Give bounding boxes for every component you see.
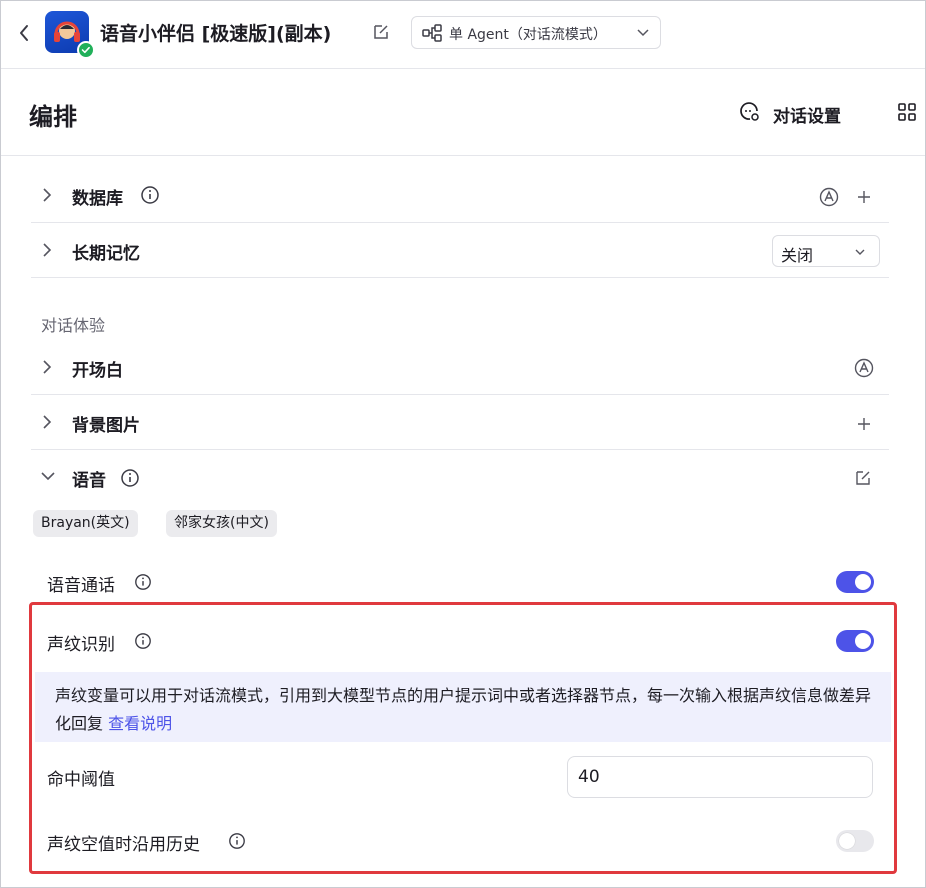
chevron-right-icon[interactable] (41, 358, 53, 376)
headphones-icon (54, 21, 80, 42)
long-term-memory-section: 长期记忆 关闭 (31, 223, 889, 278)
chevron-down-icon[interactable] (39, 470, 57, 482)
voiceprint-toggle[interactable] (836, 630, 874, 652)
threshold-label: 命中阈值 (47, 770, 115, 790)
info-icon[interactable] (228, 832, 246, 850)
info-icon[interactable] (134, 573, 152, 591)
long-term-memory-select[interactable]: 关闭 (772, 235, 880, 267)
add-icon[interactable] (857, 190, 871, 204)
chevron-down-icon (855, 249, 865, 255)
toggle-knob (855, 633, 871, 649)
mode-select-label: 单 Agent（对话流模式） (449, 27, 607, 43)
auto-icon[interactable] (854, 358, 874, 378)
verified-check-icon (77, 41, 95, 59)
page-title: 编排 (29, 103, 77, 131)
voice-tag[interactable]: Brayan(英文) (33, 510, 138, 537)
voice-call-row: 语音通话 (31, 554, 889, 612)
chat-settings-label: 对话设置 (773, 107, 841, 127)
chevron-right-icon[interactable] (41, 241, 53, 259)
add-icon[interactable] (857, 417, 871, 431)
voice-title: 语音 (72, 471, 106, 491)
experience-section-label: 对话体验 (41, 316, 106, 335)
workflow-graph-icon (422, 24, 442, 42)
voice-section: 语音 (31, 450, 889, 505)
app-avatar (45, 11, 95, 59)
chevron-right-icon[interactable] (41, 186, 53, 204)
top-bar: 语音小伴侣 [极速版](副本) 单 Agent（对话流模式） (1, 1, 925, 69)
view-docs-link[interactable]: 查看说明 (108, 714, 172, 733)
mode-select[interactable]: 单 Agent（对话流模式） (411, 16, 661, 49)
edit-icon[interactable] (855, 470, 871, 486)
chevron-down-icon (637, 29, 649, 37)
chevron-right-icon[interactable] (41, 413, 53, 431)
database-title: 数据库 (72, 189, 123, 209)
layout-grid-icon[interactable] (897, 102, 917, 122)
opening-title: 开场白 (72, 361, 123, 381)
fallback-history-label: 声纹空值时沿用历史 (47, 835, 200, 855)
opening-section: 开场白 (31, 340, 889, 395)
info-icon[interactable] (134, 632, 152, 650)
back-arrow-icon[interactable] (15, 21, 33, 45)
voiceprint-label: 声纹识别 (47, 635, 115, 655)
background-image-title: 背景图片 (72, 416, 140, 436)
info-icon[interactable] (140, 185, 160, 205)
voice-call-label: 语音通话 (47, 576, 115, 596)
long-term-memory-value: 关闭 (781, 246, 814, 265)
description-text: 声纹变量可以用于对话流模式，引用到大模型节点的用户提示词中或者选择器节点，每一次… (55, 686, 872, 733)
auto-icon[interactable] (819, 187, 839, 207)
voiceprint-row: 声纹识别 (31, 613, 889, 671)
edit-icon[interactable] (372, 23, 390, 41)
chat-settings-icon (740, 102, 759, 121)
app-window: 语音小伴侣 [极速版](副本) 单 Agent（对话流模式） 编排 对话设置 数… (0, 0, 926, 888)
fallback-history-row: 声纹空值时沿用历史 (31, 813, 889, 871)
long-term-memory-title: 长期记忆 (72, 244, 140, 264)
voiceprint-description: 声纹变量可以用于对话流模式，引用到大模型节点的用户提示词中或者选择器节点，每一次… (35, 672, 891, 742)
orchestration-header: 编排 对话设置 (1, 70, 925, 156)
background-image-section: 背景图片 (31, 395, 889, 450)
threshold-input[interactable] (567, 756, 873, 798)
toggle-knob (839, 833, 855, 849)
app-title: 语音小伴侣 [极速版](副本) (100, 23, 332, 45)
voiceprint-description-text: 声纹变量可以用于对话流模式，引用到大模型节点的用户提示词中或者选择器节点，每一次… (55, 682, 875, 738)
fallback-history-toggle[interactable] (836, 830, 874, 852)
voice-tag[interactable]: 邻家女孩(中文) (166, 510, 277, 537)
info-icon[interactable] (120, 468, 140, 488)
voice-call-toggle[interactable] (836, 571, 874, 593)
toggle-knob (855, 574, 871, 590)
database-section: 数据库 (31, 168, 889, 223)
